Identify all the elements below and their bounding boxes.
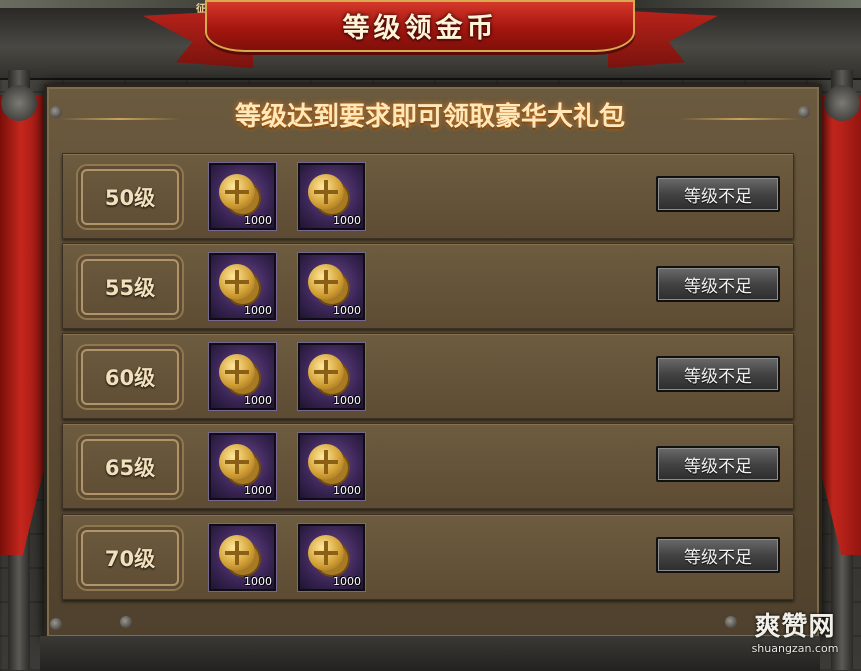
claim-button[interactable]: 等级不足 <box>656 176 780 212</box>
reward-quantity: 1000 <box>333 214 361 227</box>
gold-coin-icon <box>219 174 255 210</box>
reward-quantity: 1000 <box>333 484 361 497</box>
reward-row: 50级 1000 1000 等级不足 <box>62 153 794 239</box>
reward-row: 70级 1000 1000 等级不足 <box>62 514 794 600</box>
gold-coin-icon <box>308 264 344 300</box>
reward-row: 55级 1000 1000 等级不足 <box>62 243 794 329</box>
reward-quantity: 1000 <box>244 214 272 227</box>
watermark: 爽赞网 shuangzan.com <box>736 612 854 656</box>
reward-item-slot[interactable]: 1000 <box>298 163 365 230</box>
reward-quantity: 1000 <box>244 484 272 497</box>
claim-button[interactable]: 等级不足 <box>656 266 780 302</box>
bottom-frame <box>40 636 820 671</box>
reward-item-slot[interactable]: 1000 <box>209 253 276 320</box>
reward-row: 65级 1000 1000 等级不足 <box>62 423 794 509</box>
gold-coin-icon <box>219 354 255 390</box>
reward-quantity: 1000 <box>333 304 361 317</box>
lion-head-ornament-left <box>1 85 37 121</box>
rivet-icon <box>120 616 132 628</box>
reward-item-slot[interactable]: 1000 <box>298 433 365 500</box>
gold-coin-icon <box>219 264 255 300</box>
reward-item-slot[interactable]: 1000 <box>298 524 365 591</box>
subtitle-divider-left <box>60 118 180 120</box>
watermark-logo: 爽赞网 <box>754 612 836 642</box>
reward-item-slot[interactable]: 1000 <box>209 163 276 230</box>
gold-coin-icon <box>219 444 255 480</box>
reward-quantity: 1000 <box>333 575 361 588</box>
subtitle-divider-right <box>680 118 800 120</box>
rivet-icon <box>50 618 62 630</box>
level-requirement: 65级 <box>81 439 179 495</box>
reward-item-slot[interactable]: 1000 <box>209 524 276 591</box>
reward-item-slot[interactable]: 1000 <box>298 343 365 410</box>
reward-item-slot[interactable]: 1000 <box>209 433 276 500</box>
reward-quantity: 1000 <box>244 394 272 407</box>
reward-item-slot[interactable]: 1000 <box>298 253 365 320</box>
claim-button[interactable]: 等级不足 <box>656 537 780 573</box>
panel-subtitle: 等级达到要求即可领取豪华大礼包 <box>234 102 625 132</box>
gold-coin-icon <box>219 535 255 571</box>
gold-coin-icon <box>308 354 344 390</box>
claim-button[interactable]: 等级不足 <box>656 356 780 392</box>
reward-quantity: 1000 <box>244 575 272 588</box>
reward-quantity: 1000 <box>333 394 361 407</box>
level-requirement: 55级 <box>81 259 179 315</box>
rivet-icon <box>798 106 810 118</box>
reward-row: 60级 1000 1000 等级不足 <box>62 333 794 419</box>
claim-button[interactable]: 等级不足 <box>656 446 780 482</box>
window-title: 等级领金币 <box>342 13 498 44</box>
gold-coin-icon <box>308 535 344 571</box>
watermark-url: shuangzan.com <box>751 642 839 655</box>
level-requirement: 60级 <box>81 349 179 405</box>
rivet-icon <box>50 106 62 118</box>
lion-head-ornament-right <box>824 85 860 121</box>
reward-quantity: 1000 <box>244 304 272 317</box>
reward-item-slot[interactable]: 1000 <box>209 343 276 410</box>
level-requirement: 70级 <box>81 530 179 586</box>
gold-coin-icon <box>308 174 344 210</box>
level-requirement: 50级 <box>81 169 179 225</box>
gold-coin-icon <box>308 444 344 480</box>
